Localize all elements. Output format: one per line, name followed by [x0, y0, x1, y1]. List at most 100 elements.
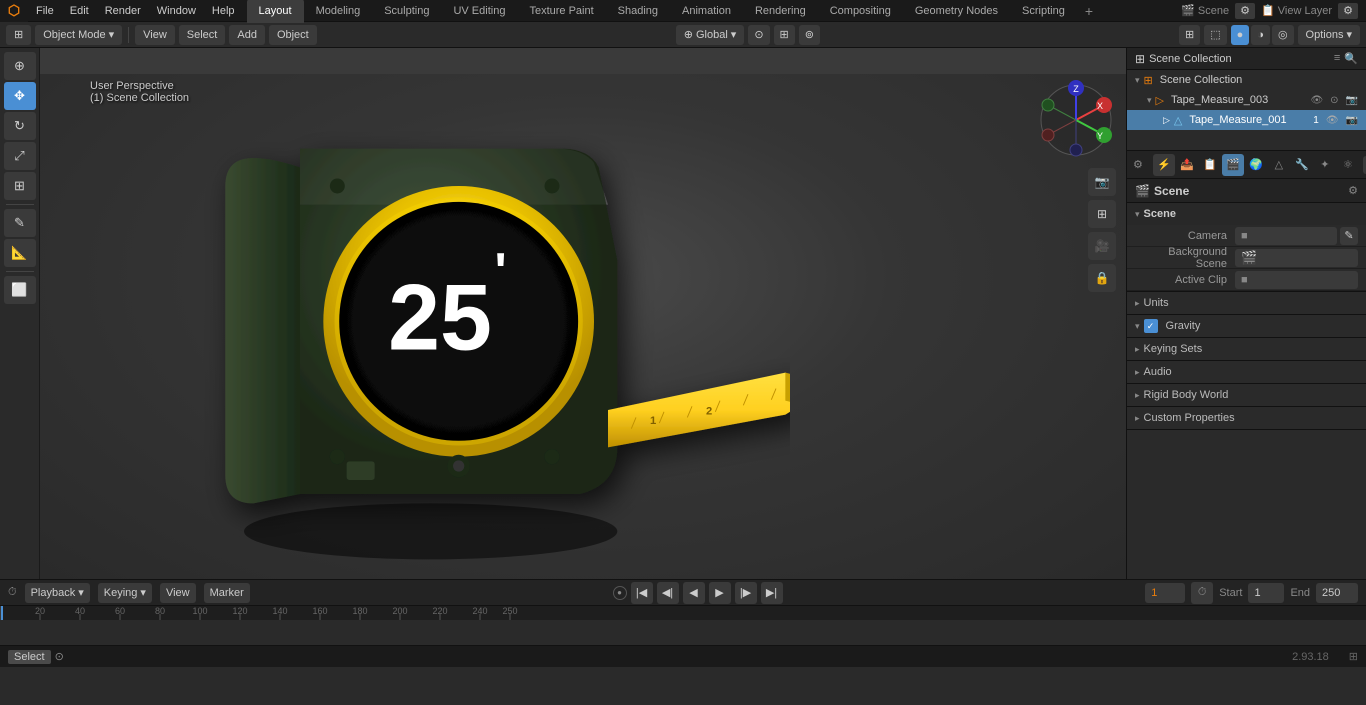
annotate-tool[interactable]: ✎: [4, 209, 36, 237]
bg-scene-field[interactable]: 🎬: [1235, 249, 1358, 267]
playback-button[interactable]: Playback ▾: [25, 583, 90, 603]
tab-geometry-nodes[interactable]: Geometry Nodes: [903, 0, 1010, 23]
menu-help[interactable]: Help: [204, 0, 243, 22]
play-button[interactable]: ▶: [709, 582, 731, 604]
proportional-button[interactable]: ⊚: [799, 25, 820, 45]
scene-name[interactable]: Scene: [1198, 5, 1229, 17]
menu-edit[interactable]: Edit: [62, 0, 97, 22]
tab-compositing[interactable]: Compositing: [818, 0, 903, 23]
add-workspace-button[interactable]: +: [1077, 0, 1101, 22]
snap-button[interactable]: ⊞: [774, 25, 795, 45]
menu-window[interactable]: Window: [149, 0, 204, 22]
end-frame-input[interactable]: 250: [1316, 583, 1358, 603]
outliner-row-tape-003[interactable]: ▾ ▷ Tape_Measure_003 👁 ⊙ 📷: [1127, 90, 1366, 110]
fps-button[interactable]: ⏱: [1191, 582, 1213, 604]
timeline-ruler[interactable]: 20 40 60 80 100 120 140 160 180 200 220 …: [0, 606, 1366, 620]
move-tool[interactable]: ✥: [4, 82, 36, 110]
custom-props-collapse-row[interactable]: ▸ Custom Properties: [1127, 407, 1366, 429]
audio-collapse-row[interactable]: ▸ Audio: [1127, 361, 1366, 383]
scene-collapse-row[interactable]: ▾ Scene: [1127, 203, 1366, 225]
record-button[interactable]: ●: [613, 586, 627, 600]
blender-logo-icon[interactable]: ⬡: [0, 0, 28, 22]
props-editor-icon[interactable]: ⚙: [1127, 158, 1149, 171]
props-tab-modifier[interactable]: 🔧: [1291, 154, 1313, 176]
rendered-button[interactable]: ◎: [1272, 25, 1294, 45]
menu-render[interactable]: Render: [97, 0, 149, 22]
add-cube-tool[interactable]: ⬜: [4, 276, 36, 304]
tab-shading[interactable]: Shading: [606, 0, 670, 23]
play-reverse-button[interactable]: ◀: [683, 582, 705, 604]
keying-sets-collapse-row[interactable]: ▸ Keying Sets: [1127, 338, 1366, 360]
overlay-button[interactable]: ⊞: [1179, 25, 1200, 45]
view-layer-options-icon[interactable]: ⚙: [1338, 3, 1358, 19]
menu-file[interactable]: File: [28, 0, 62, 22]
tab-uv-editing[interactable]: UV Editing: [441, 0, 517, 23]
outliner-row-scene-collection[interactable]: ▾ ⊞ Scene Collection: [1127, 70, 1366, 90]
tab-animation[interactable]: Animation: [670, 0, 743, 23]
outliner-row-tape-001[interactable]: ▷ △ Tape_Measure_001 1 👁 📷: [1127, 110, 1366, 130]
tape-003-render[interactable]: 📷: [1346, 95, 1358, 106]
outliner-search-icon[interactable]: 🔍: [1344, 52, 1358, 65]
props-tab-render[interactable]: ⚡: [1153, 154, 1175, 176]
tab-sculpting[interactable]: Sculpting: [372, 0, 441, 23]
rotate-tool[interactable]: ↻: [4, 112, 36, 140]
gravity-collapse-row[interactable]: ▾ ✓ Gravity: [1127, 315, 1366, 337]
tab-rendering[interactable]: Rendering: [743, 0, 818, 23]
props-tab-view-layer[interactable]: 📋: [1199, 154, 1221, 176]
tl-marker-button[interactable]: Marker: [204, 583, 250, 603]
transform-global-button[interactable]: ⊕ Global ▾: [676, 25, 745, 45]
props-tab-physics[interactable]: ⚛: [1337, 154, 1359, 176]
pivot-button[interactable]: ⊙: [748, 25, 769, 45]
jump-to-end-button[interactable]: ▶|: [761, 582, 783, 604]
tab-layout[interactable]: Layout: [247, 0, 304, 23]
tab-texture-paint[interactable]: Texture Paint: [517, 0, 605, 23]
camera-view-button[interactable]: 📷: [1088, 168, 1116, 196]
view-layer-name[interactable]: View Layer: [1278, 5, 1332, 17]
props-tab-scene[interactable]: 🎬: [1222, 154, 1244, 176]
material-preview-button[interactable]: ◑: [1251, 25, 1270, 45]
tl-view-button[interactable]: View: [160, 583, 196, 603]
perspective-toggle-button[interactable]: ⊞: [1088, 200, 1116, 228]
xray-button[interactable]: ⬚: [1204, 25, 1226, 45]
next-keyframe-button[interactable]: |▶: [735, 582, 757, 604]
tape-003-lock[interactable]: ⊙: [1330, 95, 1338, 106]
current-frame-input[interactable]: 1: [1145, 583, 1185, 603]
scene-props-options[interactable]: ⚙: [1348, 184, 1358, 197]
editor-type-button[interactable]: ⊞: [6, 25, 31, 45]
tape-001-render[interactable]: 📷: [1346, 115, 1358, 126]
viewport-3d[interactable]: 25 ' 1 2: [40, 48, 1126, 579]
tab-modeling[interactable]: Modeling: [304, 0, 373, 23]
jump-to-start-button[interactable]: |◀: [631, 582, 653, 604]
solid-shading-button[interactable]: ●: [1231, 25, 1250, 45]
scene-options-icon[interactable]: ⚙: [1235, 3, 1255, 19]
lock-camera-button[interactable]: 🔒: [1088, 264, 1116, 292]
rigid-body-collapse-row[interactable]: ▸ Rigid Body World: [1127, 384, 1366, 406]
camera-edit-button[interactable]: ✎: [1340, 227, 1358, 245]
select-menu-button[interactable]: Select: [179, 25, 226, 45]
active-clip-field[interactable]: ■: [1235, 271, 1358, 289]
tab-scripting[interactable]: Scripting: [1010, 0, 1077, 23]
tape-003-hide[interactable]: 👁: [1310, 95, 1323, 106]
options-button[interactable]: Options ▾: [1298, 25, 1360, 45]
props-tab-world[interactable]: 🌍: [1245, 154, 1267, 176]
gravity-checkbox[interactable]: ✓: [1144, 319, 1158, 333]
props-tab-object[interactable]: △: [1268, 154, 1290, 176]
scale-tool[interactable]: ⤢: [4, 142, 36, 170]
units-collapse-row[interactable]: ▸ Units: [1127, 292, 1366, 314]
prev-keyframe-button[interactable]: ◀|: [657, 582, 679, 604]
keying-button[interactable]: Keying ▾: [98, 583, 152, 603]
object-mode-button[interactable]: Object Mode ▾: [35, 25, 122, 45]
props-tab-particles[interactable]: ✦: [1314, 154, 1336, 176]
add-menu-button[interactable]: Add: [229, 25, 265, 45]
outliner-filter-icon[interactable]: ≡: [1334, 52, 1340, 65]
viewport-camera-button[interactable]: 🎥: [1088, 232, 1116, 260]
navigation-gizmo[interactable]: X Y Z: [1036, 80, 1116, 160]
measure-tool[interactable]: 📐: [4, 239, 36, 267]
start-frame-input[interactable]: 1: [1248, 583, 1284, 603]
view-menu-button[interactable]: View: [135, 25, 175, 45]
cursor-tool[interactable]: ⊕: [4, 52, 36, 80]
tape-001-hide[interactable]: 👁: [1326, 115, 1339, 126]
props-tab-output[interactable]: 📤: [1176, 154, 1198, 176]
transform-tool[interactable]: ⊞: [4, 172, 36, 200]
object-menu-button[interactable]: Object: [269, 25, 317, 45]
